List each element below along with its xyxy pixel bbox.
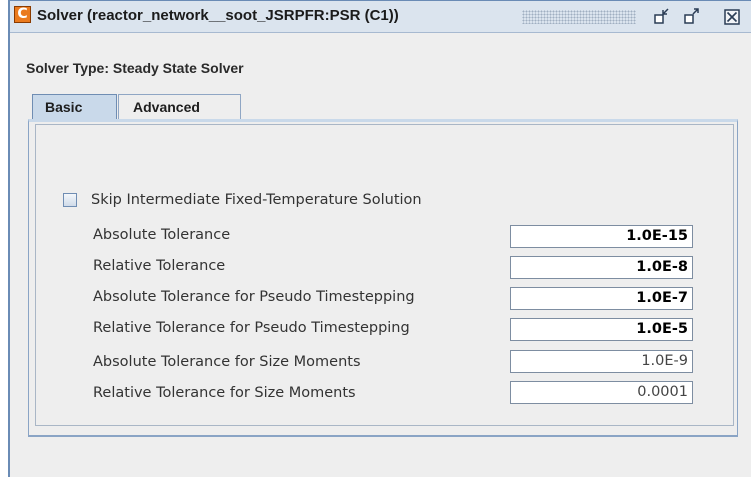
solver-type-label: Solver Type: Steady State Solver: [26, 60, 244, 76]
window-title: Solver (reactor_network__soot_JSRPFR:PSR…: [37, 7, 399, 24]
title-bar-grip: [522, 10, 636, 24]
relative-tolerance-pseudo-label: Relative Tolerance for Pseudo Timesteppi…: [93, 320, 410, 336]
skip-intermediate-label[interactable]: Skip Intermediate Fixed-Temperature Solu…: [91, 192, 422, 208]
absolute-tolerance-size-moments-field[interactable]: 1.0E-9: [510, 350, 693, 373]
tab-advanced[interactable]: Advanced: [118, 94, 241, 120]
relative-tolerance-size-moments-field[interactable]: 0.0001: [510, 381, 693, 404]
absolute-tolerance-label: Absolute Tolerance: [93, 227, 231, 243]
absolute-tolerance-pseudo-field[interactable]: 1.0E-7: [510, 287, 693, 310]
skip-intermediate-checkbox[interactable]: [63, 193, 77, 207]
app-logo-icon: C: [14, 6, 31, 23]
relative-tolerance-label: Relative Tolerance: [93, 258, 226, 274]
maximize-button[interactable]: [682, 6, 702, 26]
absolute-tolerance-field[interactable]: 1.0E-15: [510, 225, 693, 248]
absolute-tolerance-pseudo-label: Absolute Tolerance for Pseudo Timesteppi…: [93, 289, 415, 305]
close-icon: [724, 9, 740, 25]
restore-down-button[interactable]: [652, 6, 672, 26]
relative-tolerance-field[interactable]: 1.0E-8: [510, 256, 693, 279]
restore-down-icon: [654, 8, 669, 24]
title-bar[interactable]: C Solver (reactor_network__soot_JSRPFR:P…: [10, 1, 751, 33]
close-button[interactable]: [722, 6, 742, 26]
absolute-tolerance-size-moments-label: Absolute Tolerance for Size Moments: [93, 354, 361, 370]
relative-tolerance-size-moments-label: Relative Tolerance for Size Moments: [93, 385, 356, 401]
maximize-icon: [684, 8, 699, 24]
tab-basic[interactable]: Basic: [32, 94, 117, 120]
relative-tolerance-pseudo-field[interactable]: 1.0E-5: [510, 318, 693, 341]
